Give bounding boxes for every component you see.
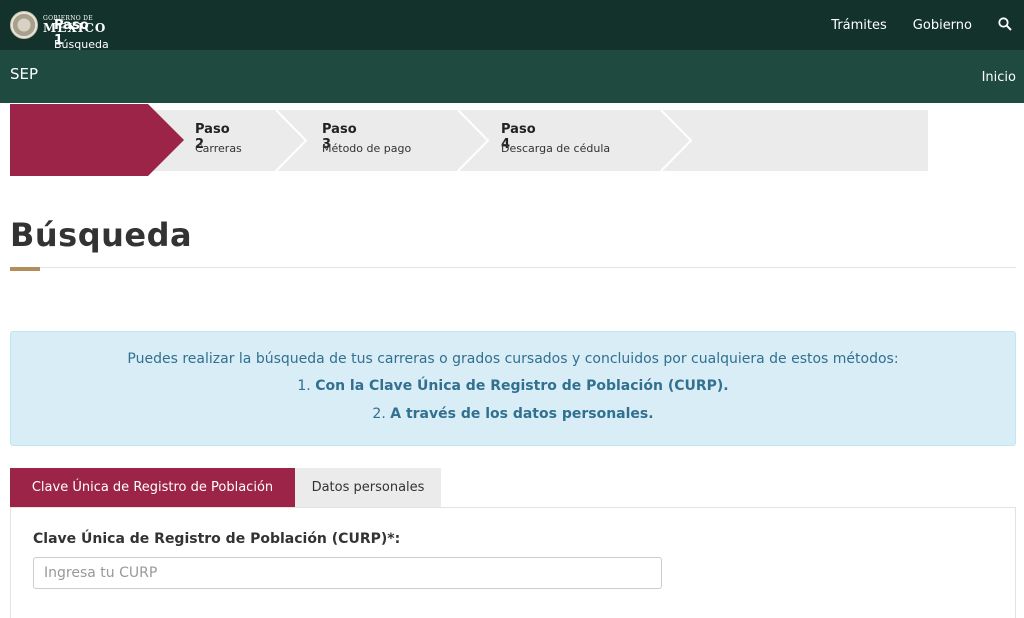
- curp-input[interactable]: [33, 557, 662, 589]
- national-seal-icon: [10, 11, 38, 39]
- info-method-text: Con la Clave Única de Registro de Poblac…: [315, 378, 729, 394]
- sep-title[interactable]: SEP: [10, 65, 38, 83]
- info-alert: Puedes realizar la búsqueda de tus carre…: [10, 331, 1016, 446]
- info-intro: Puedes realizar la búsqueda de tus carre…: [127, 351, 899, 367]
- tab-curp[interactable]: Clave Única de Registro de Población: [10, 468, 295, 507]
- title-divider: [10, 267, 1016, 268]
- info-method-1: 1. Con la Clave Única de Registro de Pob…: [11, 378, 1015, 394]
- nav-tramites-link[interactable]: Trámites: [831, 18, 887, 33]
- step-sub: Método de pago: [322, 142, 412, 155]
- info-method-text: A través de los datos personales.: [390, 406, 654, 422]
- sep-bar: SEP Inicio: [0, 50, 1024, 103]
- step-separator-icon: [457, 110, 490, 171]
- info-method-2: 2. A través de los datos personales.: [11, 406, 1015, 422]
- title-accent-bar: [10, 267, 40, 271]
- step-sub: Carreras: [195, 142, 242, 155]
- gov-header: GOBIERNO DE MÉXICO Trámites Gobierno: [0, 0, 1024, 50]
- step-separator-icon: [275, 110, 308, 171]
- curp-field-label: Clave Única de Registro de Población (CU…: [33, 531, 401, 547]
- step-sub: Búsqueda: [54, 38, 109, 51]
- step-sub: Descarga de cédula: [501, 142, 611, 155]
- page-title: Búsqueda: [10, 216, 193, 254]
- step-separator-icon: [660, 110, 693, 171]
- tab-datos-personales[interactable]: Datos personales: [295, 468, 441, 507]
- inicio-link[interactable]: Inicio: [982, 70, 1016, 85]
- info-method-number: 1.: [297, 378, 311, 394]
- gov-nav: Trámites Gobierno: [831, 0, 1014, 50]
- nav-gobierno-link[interactable]: Gobierno: [913, 18, 972, 33]
- info-method-number: 2.: [372, 406, 386, 422]
- search-icon[interactable]: [998, 17, 1014, 33]
